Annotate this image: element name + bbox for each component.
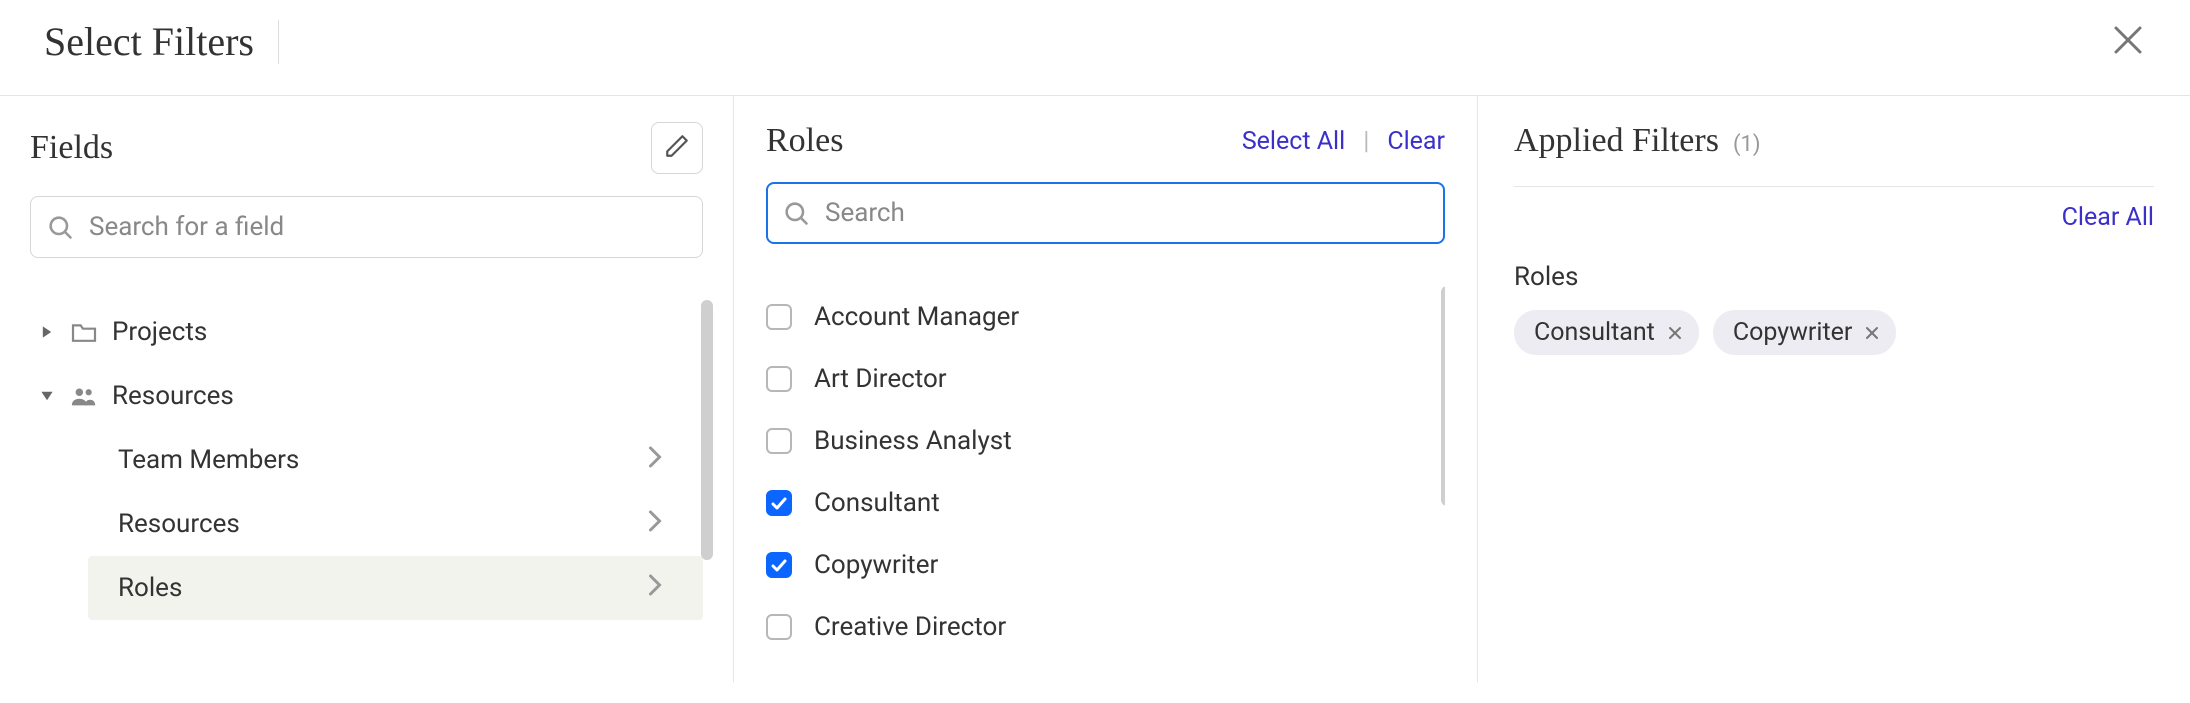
tree-item-projects[interactable]: Projects <box>30 300 703 364</box>
applied-header: Applied Filters (1) <box>1514 122 2154 187</box>
roles-scrollbar[interactable] <box>1441 286 1445 506</box>
tree-item-label: Projects <box>112 317 207 347</box>
pencil-icon <box>664 133 690 163</box>
tree-item-label: Roles <box>118 573 182 603</box>
tree-sub-resources: Team Members Resources Roles <box>30 428 703 620</box>
fields-scrollbar[interactable] <box>701 300 713 560</box>
tree-item-resources[interactable]: Resources <box>30 364 703 428</box>
roles-title: Roles <box>766 122 843 160</box>
close-button[interactable] <box>2106 20 2150 64</box>
clear-link[interactable]: Clear <box>1387 127 1445 156</box>
role-label: Consultant <box>814 488 940 518</box>
role-label: Creative Director <box>814 612 1006 642</box>
fields-search-wrap <box>30 196 703 258</box>
fields-header: Fields <box>30 122 703 174</box>
roles-search-input[interactable] <box>766 182 1445 244</box>
roles-search-wrap <box>766 182 1445 244</box>
applied-title: Applied Filters <box>1514 122 1719 160</box>
close-icon <box>2110 22 2146 62</box>
roles-header: Roles Select All | Clear <box>766 122 1445 160</box>
checkbox-unchecked[interactable] <box>766 614 792 640</box>
select-all-link[interactable]: Select All <box>1242 127 1345 156</box>
role-option-consultant[interactable]: Consultant <box>766 472 1445 534</box>
tree-item-roles[interactable]: Roles <box>88 556 703 620</box>
roles-list: Account Manager Art Director Business An… <box>766 262 1445 682</box>
fields-title: Fields <box>30 129 113 167</box>
dialog-title: Select Filters <box>44 18 254 65</box>
role-option-account-manager[interactable]: Account Manager <box>766 286 1445 348</box>
chip-label: Consultant <box>1534 318 1655 347</box>
role-option-creative-director[interactable]: Creative Director <box>766 596 1445 658</box>
dialog-header-left: Select Filters <box>44 18 279 65</box>
chip-remove-button[interactable] <box>1864 325 1880 341</box>
chevron-right-icon <box>647 509 663 540</box>
role-label: Business Analyst <box>814 426 1012 456</box>
search-icon <box>46 213 74 241</box>
applied-count: (1) <box>1733 132 1761 157</box>
role-label: Account Manager <box>814 302 1019 332</box>
fields-panel: Fields Projects <box>0 96 734 682</box>
edit-fields-button[interactable] <box>651 122 703 174</box>
tree-item-label: Resources <box>112 381 234 411</box>
role-option-art-director[interactable]: Art Director <box>766 348 1445 410</box>
role-label: Art Director <box>814 364 947 394</box>
checkbox-unchecked[interactable] <box>766 304 792 330</box>
applied-group-title: Roles <box>1514 262 2154 292</box>
people-icon <box>70 385 98 407</box>
checkbox-checked[interactable] <box>766 552 792 578</box>
checkbox-unchecked[interactable] <box>766 366 792 392</box>
applied-panel: Applied Filters (1) Clear All Roles Cons… <box>1478 96 2190 682</box>
chevron-right-icon <box>647 573 663 604</box>
tree-item-team-members[interactable]: Team Members <box>88 428 703 492</box>
fields-tree: Projects Resources Team Members <box>30 276 703 620</box>
filter-chip-copywriter: Copywriter <box>1713 310 1897 355</box>
search-icon <box>782 199 810 227</box>
roles-panel: Roles Select All | Clear Account Manager… <box>734 96 1478 682</box>
role-option-business-analyst[interactable]: Business Analyst <box>766 410 1445 472</box>
caret-down-icon <box>38 389 56 403</box>
chevron-right-icon <box>647 445 663 476</box>
clear-all-link[interactable]: Clear All <box>2062 203 2154 232</box>
dialog-header: Select Filters <box>0 0 2190 96</box>
checkbox-unchecked[interactable] <box>766 428 792 454</box>
folder-icon <box>70 321 98 343</box>
tree-item-resources-sub[interactable]: Resources <box>88 492 703 556</box>
applied-chips: Consultant Copywriter <box>1514 310 2154 355</box>
separator: | <box>1363 127 1369 156</box>
role-label: Copywriter <box>814 550 938 580</box>
roles-actions: Select All | Clear <box>1242 127 1445 156</box>
tree-item-label: Team Members <box>118 445 299 475</box>
main-content: Fields Projects <box>0 96 2190 682</box>
fields-search-input[interactable] <box>30 196 703 258</box>
chip-label: Copywriter <box>1733 318 1853 347</box>
header-divider <box>278 20 279 64</box>
filter-chip-consultant: Consultant <box>1514 310 1699 355</box>
caret-right-icon <box>38 325 56 339</box>
tree-item-label: Resources <box>118 509 240 539</box>
clear-all-row: Clear All <box>1514 203 2154 232</box>
checkbox-checked[interactable] <box>766 490 792 516</box>
chip-remove-button[interactable] <box>1667 325 1683 341</box>
role-option-copywriter[interactable]: Copywriter <box>766 534 1445 596</box>
